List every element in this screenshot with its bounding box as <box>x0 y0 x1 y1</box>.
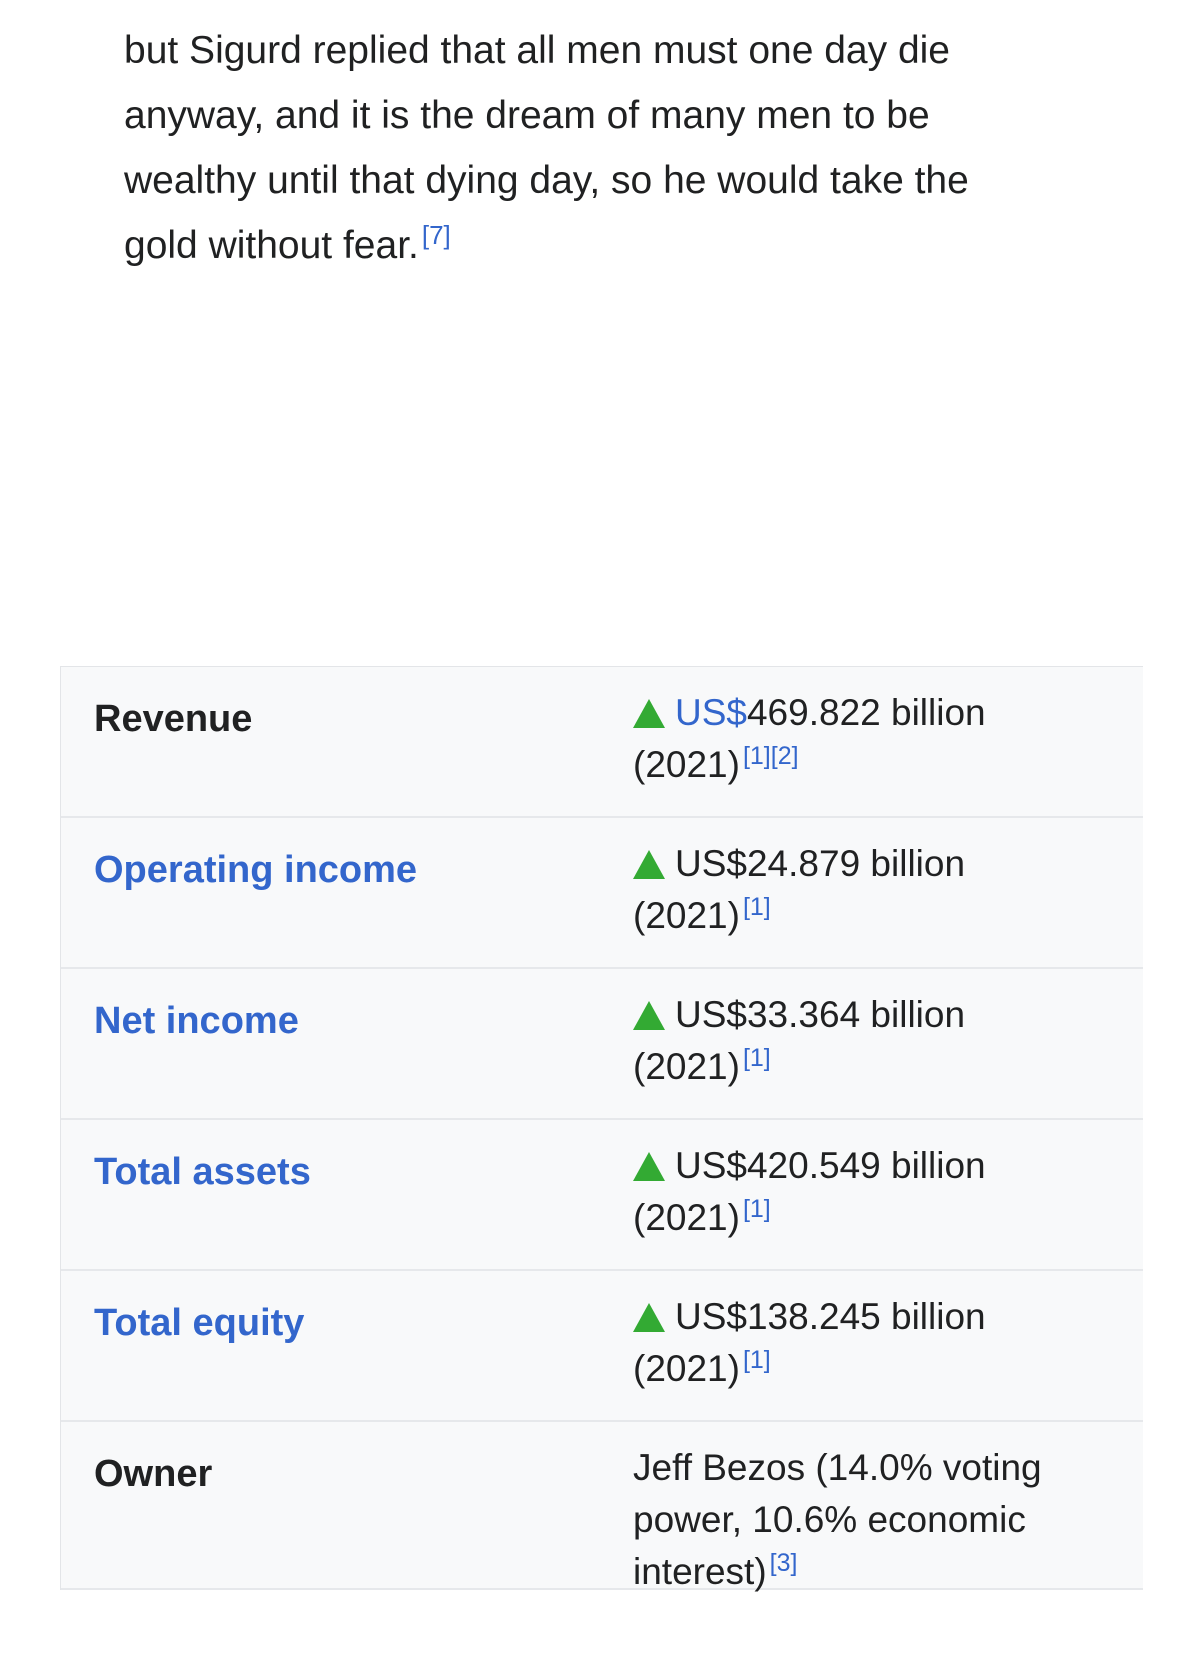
value-text: 469.822 billion <box>746 692 986 733</box>
paragraph-line: gold without fear. <box>124 224 419 267</box>
up-triangle-icon <box>633 699 665 728</box>
up-triangle-icon <box>633 1152 665 1181</box>
value-year: (2021) <box>633 744 740 785</box>
value-text: power, 10.6% economic <box>633 1499 1026 1540</box>
value-text: interest) <box>633 1551 767 1592</box>
paragraph-line: anyway, and it is the dream of many men … <box>124 94 930 137</box>
infobox-row-operating-income: Operating income US$24.879 billion (2021… <box>61 818 1143 969</box>
infobox-row-total-equity: Total equity US$138.245 billion (2021) [1… <box>61 1271 1143 1422</box>
paragraph-line: wealthy until that dying day, so he woul… <box>124 159 969 202</box>
infobox-row-total-assets: Total assets US$420.549 billion (2021) [1… <box>61 1120 1143 1271</box>
value-text: Jeff Bezos (14.0% voting <box>633 1447 1042 1488</box>
value-year: (2021) <box>633 895 740 936</box>
citation-link[interactable]: [7] <box>422 220 451 250</box>
up-triangle-icon <box>633 1303 665 1332</box>
row-value-operating-income: US$24.879 billion (2021) [1] <box>633 838 1123 942</box>
citation-link[interactable]: [1] <box>743 1044 771 1072</box>
up-triangle-icon <box>633 1001 665 1030</box>
row-label-revenue: Revenue <box>94 698 253 740</box>
row-value-owner: Jeff Bezos (14.0% voting power, 10.6% ec… <box>633 1442 1123 1598</box>
value-year: (2021) <box>633 1348 740 1389</box>
article-paragraph: but Sigurd replied that all men must one… <box>124 18 1084 278</box>
value-text: US$420.549 billion <box>675 1145 986 1186</box>
infobox-row-net-income: Net income US$33.364 billion (2021) [1] <box>61 969 1143 1120</box>
row-value-net-income: US$33.364 billion (2021) [1] <box>633 989 1123 1093</box>
value-year: (2021) <box>633 1046 740 1087</box>
row-label-total-equity[interactable]: Total equity <box>94 1299 304 1347</box>
value-year: (2021) <box>633 1197 740 1238</box>
value-text: US$24.879 billion <box>675 843 966 884</box>
row-value-total-assets: US$420.549 billion (2021) [1] <box>633 1140 1123 1244</box>
row-value-total-equity: US$138.245 billion (2021) [1] <box>633 1291 1123 1395</box>
citation-link[interactable]: [1] <box>743 1195 771 1223</box>
up-triangle-icon <box>633 850 665 879</box>
infobox-row-owner: Owner Jeff Bezos (14.0% voting power, 10… <box>61 1422 1143 1592</box>
currency-link[interactable]: US$ <box>675 692 747 733</box>
row-label-operating-income[interactable]: Operating income <box>94 846 417 894</box>
value-text: US$33.364 billion <box>675 994 966 1035</box>
citation-link[interactable]: [1] <box>743 893 771 921</box>
citation-link[interactable]: [1] <box>743 1346 771 1374</box>
row-label-net-income[interactable]: Net income <box>94 997 299 1045</box>
infobox-row-revenue: Revenue US$469.822 billion (2021) [1][2] <box>61 667 1143 818</box>
citation-link[interactable]: [1][2] <box>743 742 799 770</box>
row-label-total-assets[interactable]: Total assets <box>94 1148 311 1196</box>
row-label-owner: Owner <box>94 1453 213 1495</box>
infobox-financials: Revenue US$469.822 billion (2021) [1][2] … <box>60 666 1143 1592</box>
citation-link[interactable]: [3] <box>770 1549 798 1577</box>
row-value-revenue: US$469.822 billion (2021) [1][2] <box>633 687 1123 791</box>
paragraph-line: but Sigurd replied that all men must one… <box>124 29 950 72</box>
value-text: US$138.245 billion <box>675 1296 986 1337</box>
